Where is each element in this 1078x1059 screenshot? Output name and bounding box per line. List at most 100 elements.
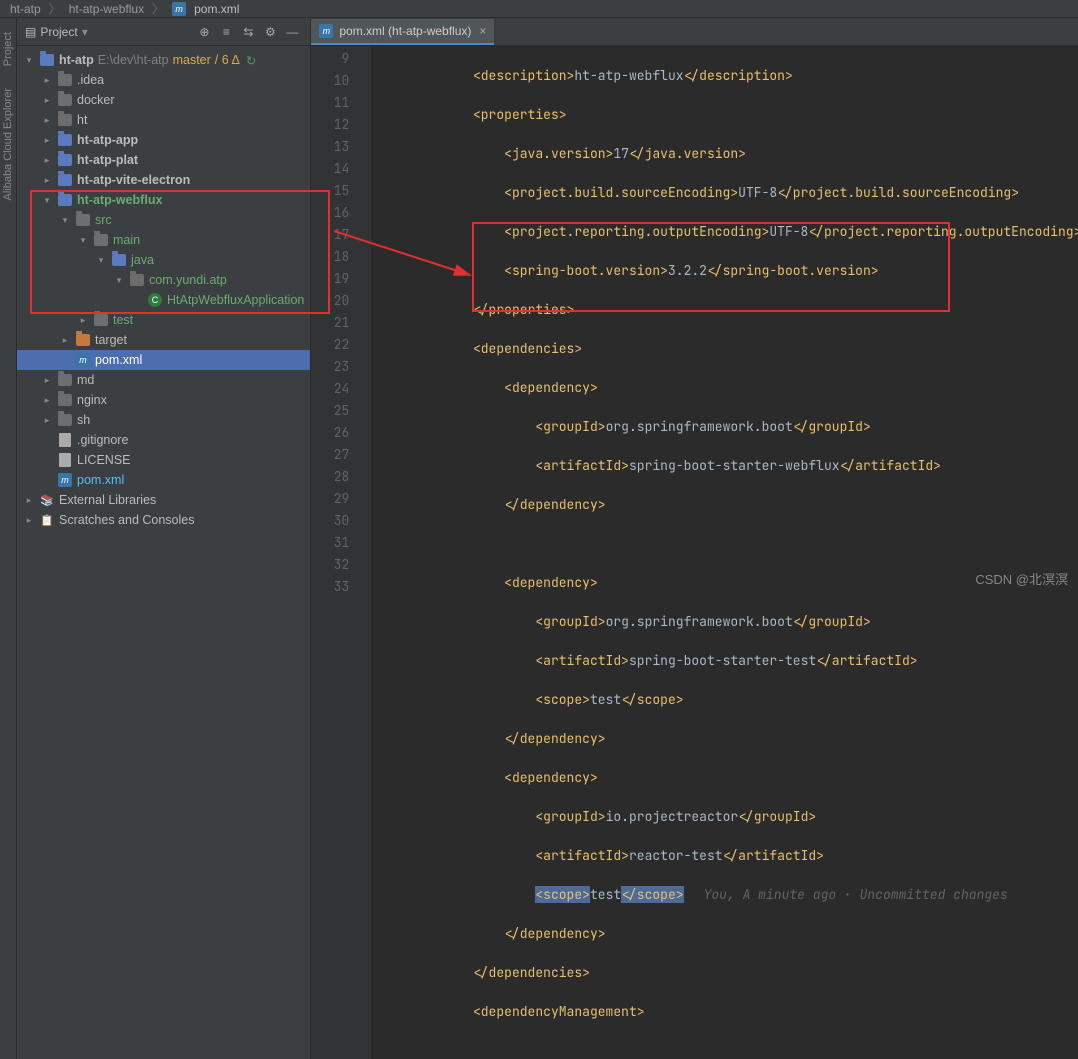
tree-item[interactable]: ▸.idea: [17, 70, 310, 90]
tree-label: java: [131, 253, 154, 267]
tree-item[interactable]: ▸ht: [17, 110, 310, 130]
chevron-down-icon[interactable]: ▾: [41, 195, 53, 206]
breadcrumb-file[interactable]: pom.xml: [194, 2, 239, 16]
code-area[interactable]: <description>ht-atp-webflux</description…: [371, 46, 1078, 1059]
file-icon: [59, 433, 71, 447]
chevron-right-icon[interactable]: ▸: [41, 175, 53, 186]
tree-item[interactable]: ▸ md: [17, 370, 310, 390]
chevron-right-icon[interactable]: ▸: [41, 415, 53, 426]
tree-item[interactable]: ▸docker: [17, 90, 310, 110]
tree-item[interactable]: ▸target: [17, 330, 310, 350]
line-number[interactable]: 13: [311, 138, 371, 160]
chevron-right-icon[interactable]: ▸: [41, 375, 53, 386]
line-number[interactable]: 15: [311, 182, 371, 204]
tree-item[interactable]: ▸nginx: [17, 390, 310, 410]
chevron-down-icon[interactable]: ▾: [23, 55, 35, 66]
line-number[interactable]: 28: [311, 468, 371, 490]
line-number[interactable]: 19: [311, 270, 371, 292]
line-number[interactable]: 12: [311, 116, 371, 138]
line-number[interactable]: 18: [311, 248, 371, 270]
line-number[interactable]: 26: [311, 424, 371, 446]
tree-item[interactable]: mpom.xml: [17, 470, 310, 490]
libraries-icon: [39, 492, 55, 508]
tree-item[interactable]: ▸sh: [17, 410, 310, 430]
tree-external-libraries[interactable]: ▸External Libraries: [17, 490, 310, 510]
chevron-right-icon[interactable]: ▸: [41, 95, 53, 106]
line-number[interactable]: 23: [311, 358, 371, 380]
chevron-down-icon[interactable]: ▾: [113, 275, 125, 286]
chevron-down-icon[interactable]: ▾: [59, 215, 71, 226]
collapse-all-icon[interactable]: ⇆: [238, 22, 258, 42]
tree-item-webflux[interactable]: ▾ht-atp-webflux: [17, 190, 310, 210]
source-folder-icon: [112, 254, 126, 266]
line-number[interactable]: 33: [311, 578, 371, 600]
line-number[interactable]: 17: [311, 226, 371, 248]
project-panel-header: ▤ Project ▾ ⊕ ≡ ⇆ ⚙ —: [17, 18, 310, 46]
chevron-down-icon[interactable]: ▾: [77, 235, 89, 246]
line-number[interactable]: 21: [311, 314, 371, 336]
editor-tab[interactable]: m pom.xml (ht-atp-webflux) ×: [311, 19, 494, 45]
line-number[interactable]: 31: [311, 534, 371, 556]
line-number[interactable]: 16: [311, 204, 371, 226]
tree-item-class[interactable]: CHtAtpWebfluxApplication: [17, 290, 310, 310]
breadcrumb-root[interactable]: ht-atp: [10, 2, 41, 16]
expand-all-icon[interactable]: ≡: [216, 22, 236, 42]
line-number[interactable]: 29: [311, 490, 371, 512]
tree-item[interactable]: .gitignore: [17, 430, 310, 450]
sidebar-tab-cloud[interactable]: Alibaba Cloud Explorer: [0, 80, 16, 209]
project-tree[interactable]: ▾ ht-atp E:\dev\ht-atp master / 6 Δ ↻ ▸.…: [17, 46, 310, 1059]
breadcrumb-module[interactable]: ht-atp-webflux: [69, 2, 144, 16]
tree-item[interactable]: ▾main: [17, 230, 310, 250]
line-number[interactable]: 27: [311, 446, 371, 468]
gear-icon[interactable]: ⚙: [260, 22, 280, 42]
chevron-down-icon[interactable]: ▾: [82, 25, 88, 39]
line-number[interactable]: 9: [311, 50, 371, 72]
chevron-right-icon[interactable]: ▸: [59, 335, 71, 346]
tree-label: ht-atp-vite-electron: [77, 173, 190, 187]
sidebar-tab-project[interactable]: Project: [0, 24, 16, 74]
chevron-down-icon[interactable]: ▾: [95, 255, 107, 266]
tree-item[interactable]: ▸ht-atp-app: [17, 130, 310, 150]
folder-icon: [58, 94, 72, 106]
line-number[interactable]: 20: [311, 292, 371, 314]
tree-item[interactable]: ▾com.yundi.atp: [17, 270, 310, 290]
hide-icon[interactable]: —: [282, 22, 302, 42]
line-number[interactable]: 14: [311, 160, 371, 182]
chevron-right-icon[interactable]: ▸: [41, 395, 53, 406]
folder-icon: [94, 314, 108, 326]
tree-item-pom[interactable]: mpom.xml: [17, 350, 310, 370]
tree-item[interactable]: ▸ ht-atp-vite-electron: [17, 170, 310, 190]
tree-item[interactable]: ▾src: [17, 210, 310, 230]
line-gutter[interactable]: 9 10 11 12 13 14 15 16 17 18 19 20 21 22…: [311, 46, 371, 1059]
line-number[interactable]: 11: [311, 94, 371, 116]
chevron-right-icon[interactable]: ▸: [23, 515, 35, 526]
project-panel-title[interactable]: Project: [40, 25, 77, 39]
file-icon: [59, 453, 71, 467]
chevron-right-icon[interactable]: ▸: [77, 315, 89, 326]
breadcrumb: ht-atp 〉 ht-atp-webflux 〉 m pom.xml: [0, 0, 1078, 18]
chevron-right-icon[interactable]: ▸: [41, 115, 53, 126]
chevron-right-icon[interactable]: ▸: [41, 135, 53, 146]
tree-item[interactable]: LICENSE: [17, 450, 310, 470]
tree-scratches[interactable]: ▸📋Scratches and Consoles: [17, 510, 310, 530]
tree-root[interactable]: ▾ ht-atp E:\dev\ht-atp master / 6 Δ ↻: [17, 50, 310, 70]
editor[interactable]: 9 10 11 12 13 14 15 16 17 18 19 20 21 22…: [311, 46, 1078, 1059]
line-number[interactable]: 24: [311, 380, 371, 402]
chevron-right-icon[interactable]: ▸: [41, 155, 53, 166]
excluded-folder-icon: [76, 334, 90, 346]
tree-label: md: [77, 373, 94, 387]
tree-item[interactable]: ▸test: [17, 310, 310, 330]
select-opened-file-icon[interactable]: ⊕: [194, 22, 214, 42]
line-number[interactable]: 10: [311, 72, 371, 94]
maven-icon: m: [76, 353, 90, 367]
tree-item[interactable]: ▸ht-atp-plat: [17, 150, 310, 170]
line-number[interactable]: 22: [311, 336, 371, 358]
sync-icon[interactable]: ↻: [246, 53, 256, 68]
chevron-right-icon[interactable]: ▸: [41, 75, 53, 86]
line-number[interactable]: 32: [311, 556, 371, 578]
close-icon[interactable]: ×: [479, 24, 486, 38]
line-number[interactable]: 30: [311, 512, 371, 534]
tree-item[interactable]: ▾ java: [17, 250, 310, 270]
chevron-right-icon[interactable]: ▸: [23, 495, 35, 506]
line-number[interactable]: 25: [311, 402, 371, 424]
